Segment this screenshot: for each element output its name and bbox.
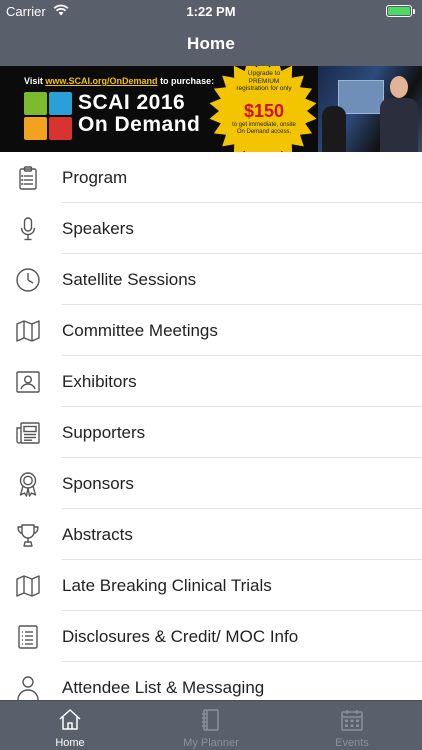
- menu-item-abstracts[interactable]: Abstracts: [0, 509, 422, 560]
- house-icon: [59, 709, 81, 730]
- status-bar: Carrier 1:22 PM: [0, 0, 422, 22]
- list-icon: [14, 623, 42, 651]
- photo-screen: [338, 80, 384, 114]
- logo-square-4: [49, 117, 72, 140]
- tab-label: Home: [55, 737, 85, 749]
- exhibitor-icon: [14, 368, 42, 396]
- page-title: Home: [186, 34, 236, 53]
- tab-bar: Home My Planner Events: [0, 700, 422, 750]
- logo-square-2: [49, 92, 72, 115]
- home-menu-list: Program Speakers Satellite Sessions Comm…: [0, 152, 422, 700]
- header: Carrier 1:22 PM Home: [0, 0, 422, 66]
- person-icon: [14, 674, 42, 700]
- banner-url-link[interactable]: www.SCAI.org/OnDemand: [45, 76, 157, 86]
- clock-time: 1:22 PM: [186, 4, 236, 19]
- menu-item-exhibitors[interactable]: Exhibitors: [0, 356, 422, 407]
- planner-icon: [202, 709, 219, 731]
- menu-item-label: Late Breaking Clinical Trials: [62, 576, 272, 595]
- menu-item-satellite-sessions[interactable]: Satellite Sessions: [0, 254, 422, 305]
- battery-icon: [386, 5, 415, 17]
- photo-audience: [322, 106, 346, 152]
- menu-item-label: Program: [62, 168, 128, 187]
- burst-sub-text: to get immediate, onsite On Demand acces…: [224, 122, 304, 136]
- photo-speaker-body: [380, 98, 418, 152]
- clipboard-icon: [14, 164, 42, 192]
- ribbon-award-icon: [14, 470, 42, 498]
- tab-label: My Planner: [183, 737, 239, 749]
- menu-item-disclosures[interactable]: Disclosures & Credit/ MOC Info: [0, 611, 422, 662]
- burst-offer-text: Upgrade to PREMIUM registration for only: [224, 70, 304, 93]
- burst-line2: PREMIUM: [248, 77, 280, 85]
- newspaper-icon: [14, 419, 42, 447]
- microphone-icon: [14, 215, 42, 243]
- menu-item-label: Attendee List & Messaging: [62, 678, 265, 697]
- menu-item-attendee-list[interactable]: Attendee List & Messaging: [0, 662, 422, 700]
- menu-item-sponsors[interactable]: Sponsors: [0, 458, 422, 509]
- burst-line1: Upgrade to: [247, 70, 281, 77]
- menu-item-label: Satellite Sessions: [62, 270, 197, 289]
- menu-item-label: Speakers: [62, 219, 134, 238]
- map-icon: [14, 572, 42, 600]
- tab-events[interactable]: Events: [282, 701, 422, 750]
- burst-price: $150: [243, 101, 285, 121]
- clock-icon: [14, 266, 42, 294]
- menu-item-label: Committee Meetings: [62, 321, 218, 340]
- tab-label: Events: [335, 737, 369, 749]
- photo-speaker-head: [390, 76, 408, 98]
- speaker-photo: [318, 66, 422, 152]
- menu-item-label: Supporters: [62, 423, 146, 442]
- scai-logo: [24, 92, 72, 140]
- menu-item-label: Abstracts: [62, 525, 133, 544]
- menu-item-program[interactable]: Program: [0, 152, 422, 203]
- burst-sub2: On Demand access.: [236, 129, 292, 135]
- menu-item-label: Sponsors: [62, 474, 134, 493]
- promo-banner[interactable]: Visit www.SCAI.org/OnDemand to purchase:…: [0, 66, 422, 152]
- menu-item-label: Disclosures & Credit/ MOC Info: [62, 627, 299, 646]
- menu-item-late-breaking-clinical-trials[interactable]: Late Breaking Clinical Trials: [0, 560, 422, 611]
- banner-visit-text: Visit www.SCAI.org/OnDemand to purchase:: [24, 76, 214, 86]
- menu-item-supporters[interactable]: Supporters: [0, 407, 422, 458]
- menu-item-speakers[interactable]: Speakers: [0, 203, 422, 254]
- home-screen: Carrier 1:22 PM Home Visit www.SCAI.org/…: [0, 0, 422, 750]
- banner-title-line2: On Demand: [78, 113, 201, 136]
- banner-visit-suffix: to purchase:: [160, 76, 215, 86]
- logo-square-1: [24, 92, 47, 115]
- tab-my-planner[interactable]: My Planner: [141, 701, 281, 750]
- banner-title-line1: SCAI 2016: [78, 91, 186, 114]
- burst-line3: registration for only: [236, 85, 292, 92]
- burst-sub1: to get immediate, onsite: [232, 122, 296, 128]
- banner-visit-prefix: Visit: [24, 76, 43, 86]
- trophy-icon: [14, 521, 42, 549]
- banner-title: SCAI 2016 On Demand: [78, 92, 200, 136]
- map-icon: [14, 317, 42, 345]
- tab-home[interactable]: Home: [0, 701, 140, 750]
- menu-item-label: Exhibitors: [62, 372, 137, 391]
- calendar-icon: [341, 710, 363, 731]
- logo-square-3: [24, 117, 47, 140]
- menu-item-committee-meetings[interactable]: Committee Meetings: [0, 305, 422, 356]
